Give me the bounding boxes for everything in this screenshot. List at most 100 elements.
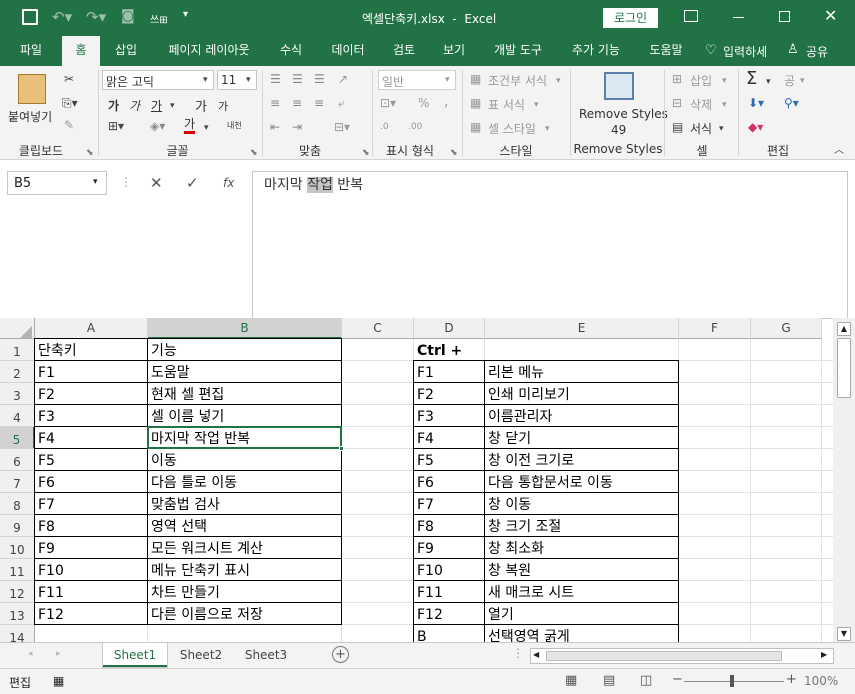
underline-dropdown-icon[interactable]: ▾: [170, 99, 175, 113]
cell-d2[interactable]: F1: [414, 362, 434, 384]
autosum-dropdown-icon[interactable]: ▾: [766, 75, 771, 89]
tab-review[interactable]: 검토: [382, 36, 426, 66]
row-header-8[interactable]: 8: [0, 493, 35, 515]
cell-b1[interactable]: 기능: [148, 340, 177, 362]
cell-b4[interactable]: 셀 이름 넣기: [148, 406, 224, 428]
column-header-e[interactable]: E: [485, 318, 679, 339]
tab-data[interactable]: 데이터: [322, 36, 374, 66]
row-header-5[interactable]: 5: [0, 427, 35, 449]
cell-a1[interactable]: 단축키: [35, 340, 77, 362]
custom-qat-icon[interactable]: 쓰⊞: [150, 11, 168, 26]
border-icon[interactable]: ⊞▾: [108, 119, 124, 133]
cell-a12[interactable]: F11: [35, 582, 64, 604]
row-header-11[interactable]: 11: [0, 559, 35, 581]
remove-styles-button[interactable]: Remove Styles: [579, 107, 668, 121]
cell-d7[interactable]: F6: [414, 472, 434, 494]
shrink-font-button[interactable]: 가: [218, 98, 228, 114]
row-header-7[interactable]: 7: [0, 471, 35, 493]
cell-b2[interactable]: 도움말: [148, 362, 190, 384]
cell-d5[interactable]: F4: [414, 428, 434, 450]
insert-function-icon[interactable]: fx: [223, 176, 234, 190]
scroll-right-icon[interactable]: ▶: [821, 650, 827, 659]
cell-e9[interactable]: 창 크기 조절: [485, 516, 561, 538]
row-header-1[interactable]: 1: [0, 339, 35, 361]
cell-d13[interactable]: F12: [414, 604, 443, 626]
cell-b9[interactable]: 영역 선택: [148, 516, 207, 538]
insert-cells-dropdown-icon[interactable]: ▾: [722, 74, 727, 88]
cell-d11[interactable]: F10: [414, 560, 443, 582]
cell-e13[interactable]: 열기: [485, 604, 514, 626]
autosum-button[interactable]: Σ: [746, 68, 757, 89]
center-align-icon[interactable]: ≡: [292, 96, 302, 110]
minimize-icon[interactable]: [733, 17, 744, 18]
tell-me-input[interactable]: 입력하세: [723, 43, 767, 60]
cell-a9[interactable]: F8: [35, 516, 55, 538]
normal-view-icon[interactable]: ▦: [565, 673, 577, 688]
cell-a7[interactable]: F6: [35, 472, 55, 494]
cell-e3[interactable]: 인쇄 미리보기: [485, 384, 570, 406]
sheet-tab-2[interactable]: Sheet2: [170, 643, 232, 667]
login-button[interactable]: 로그인: [603, 8, 658, 28]
cell-e5[interactable]: 창 닫기: [485, 428, 531, 450]
cancel-icon[interactable]: ✕: [150, 174, 163, 192]
format-cells-dropdown-icon[interactable]: ▾: [719, 122, 724, 136]
font-name-dropdown-icon[interactable]: ▾: [203, 73, 208, 87]
sheet-tab-1[interactable]: Sheet1: [103, 643, 167, 667]
cell-styles-dropdown-icon[interactable]: ▾: [545, 122, 550, 136]
camera-icon[interactable]: ◙: [121, 8, 135, 24]
scroll-down-icon[interactable]: ▼: [837, 627, 851, 641]
undo-icon[interactable]: ↶▾: [52, 8, 72, 26]
tab-view[interactable]: 보기: [434, 36, 474, 66]
font-launcher-icon[interactable]: ⬊: [250, 146, 258, 160]
cell-b8[interactable]: 맞춤법 검사: [148, 494, 220, 516]
cell-e11[interactable]: 창 복원: [485, 560, 531, 582]
zoom-in-icon[interactable]: +: [786, 672, 797, 687]
row-header-12[interactable]: 12: [0, 581, 35, 603]
share-button[interactable]: 공유: [806, 43, 828, 60]
qat-dropdown-icon[interactable]: ▾: [183, 9, 188, 20]
macro-record-icon[interactable]: ▦: [53, 674, 64, 688]
number-launcher-icon[interactable]: ⬊: [450, 146, 458, 160]
tab-insert[interactable]: 삽입: [106, 36, 146, 66]
delete-cells-button[interactable]: 삭제: [690, 96, 712, 113]
cut-icon[interactable]: ✂: [64, 72, 74, 86]
number-format-dropdown-icon[interactable]: ▾: [445, 73, 450, 87]
cell-a5[interactable]: F4: [35, 428, 55, 450]
vertical-scroll-thumb[interactable]: [837, 338, 851, 398]
zoom-out-icon[interactable]: −: [672, 672, 683, 687]
sort-filter-button[interactable]: 공: [784, 72, 795, 89]
cell-d6[interactable]: F5: [414, 450, 434, 472]
merge-center-icon[interactable]: ⊟▾: [334, 120, 350, 134]
table-format-dropdown-icon[interactable]: ▾: [534, 98, 539, 112]
page-break-view-icon[interactable]: ◫: [640, 673, 652, 688]
cell-b11[interactable]: 메뉴 단축키 표시: [148, 560, 250, 582]
sort-filter-dropdown-icon[interactable]: ▾: [800, 74, 805, 88]
cell-e8[interactable]: 창 이동: [485, 494, 531, 516]
find-icon[interactable]: ⚲▾: [784, 96, 799, 110]
cell-d4[interactable]: F3: [414, 406, 434, 428]
scroll-up-icon[interactable]: ▲: [837, 322, 851, 336]
cell-a3[interactable]: F2: [35, 384, 55, 406]
prev-sheet-icon[interactable]: ◂: [28, 649, 33, 659]
right-align-icon[interactable]: ≡: [314, 96, 324, 110]
cell-d1[interactable]: Ctrl +: [414, 340, 462, 362]
cell-e2[interactable]: 리본 메뉴: [485, 362, 544, 384]
add-sheet-icon[interactable]: +: [332, 646, 349, 663]
cell-styles-button[interactable]: 셀 스타일: [488, 120, 536, 137]
table-format-button[interactable]: 표 서식: [488, 96, 525, 113]
cell-a8[interactable]: F7: [35, 494, 55, 516]
row-header-10[interactable]: 10: [0, 537, 35, 559]
conditional-format-button[interactable]: 조건부 서식: [488, 72, 547, 89]
tab-page-layout[interactable]: 페이지 레이아웃: [156, 36, 262, 66]
name-box-dropdown-icon[interactable]: ▾: [93, 177, 98, 187]
zoom-level[interactable]: 100%: [804, 674, 838, 688]
tab-help[interactable]: 도움말: [642, 36, 690, 66]
column-header-g[interactable]: G: [751, 318, 822, 339]
tab-file[interactable]: 파일: [8, 36, 54, 66]
percent-button[interactable]: %: [418, 96, 429, 110]
font-color-dropdown-icon[interactable]: ▾: [204, 121, 209, 135]
worksheet-grid[interactable]: A B C D E F G 1 2 3 4 5 6 7 8 9 10 11 12 13 14 단축키 F1 F2 F3 F4 F5 F…: [0, 318, 833, 642]
italic-button[interactable]: 가: [129, 97, 140, 114]
increase-decimal-icon[interactable]: .0: [380, 120, 389, 134]
cell-d9[interactable]: F8: [414, 516, 434, 538]
